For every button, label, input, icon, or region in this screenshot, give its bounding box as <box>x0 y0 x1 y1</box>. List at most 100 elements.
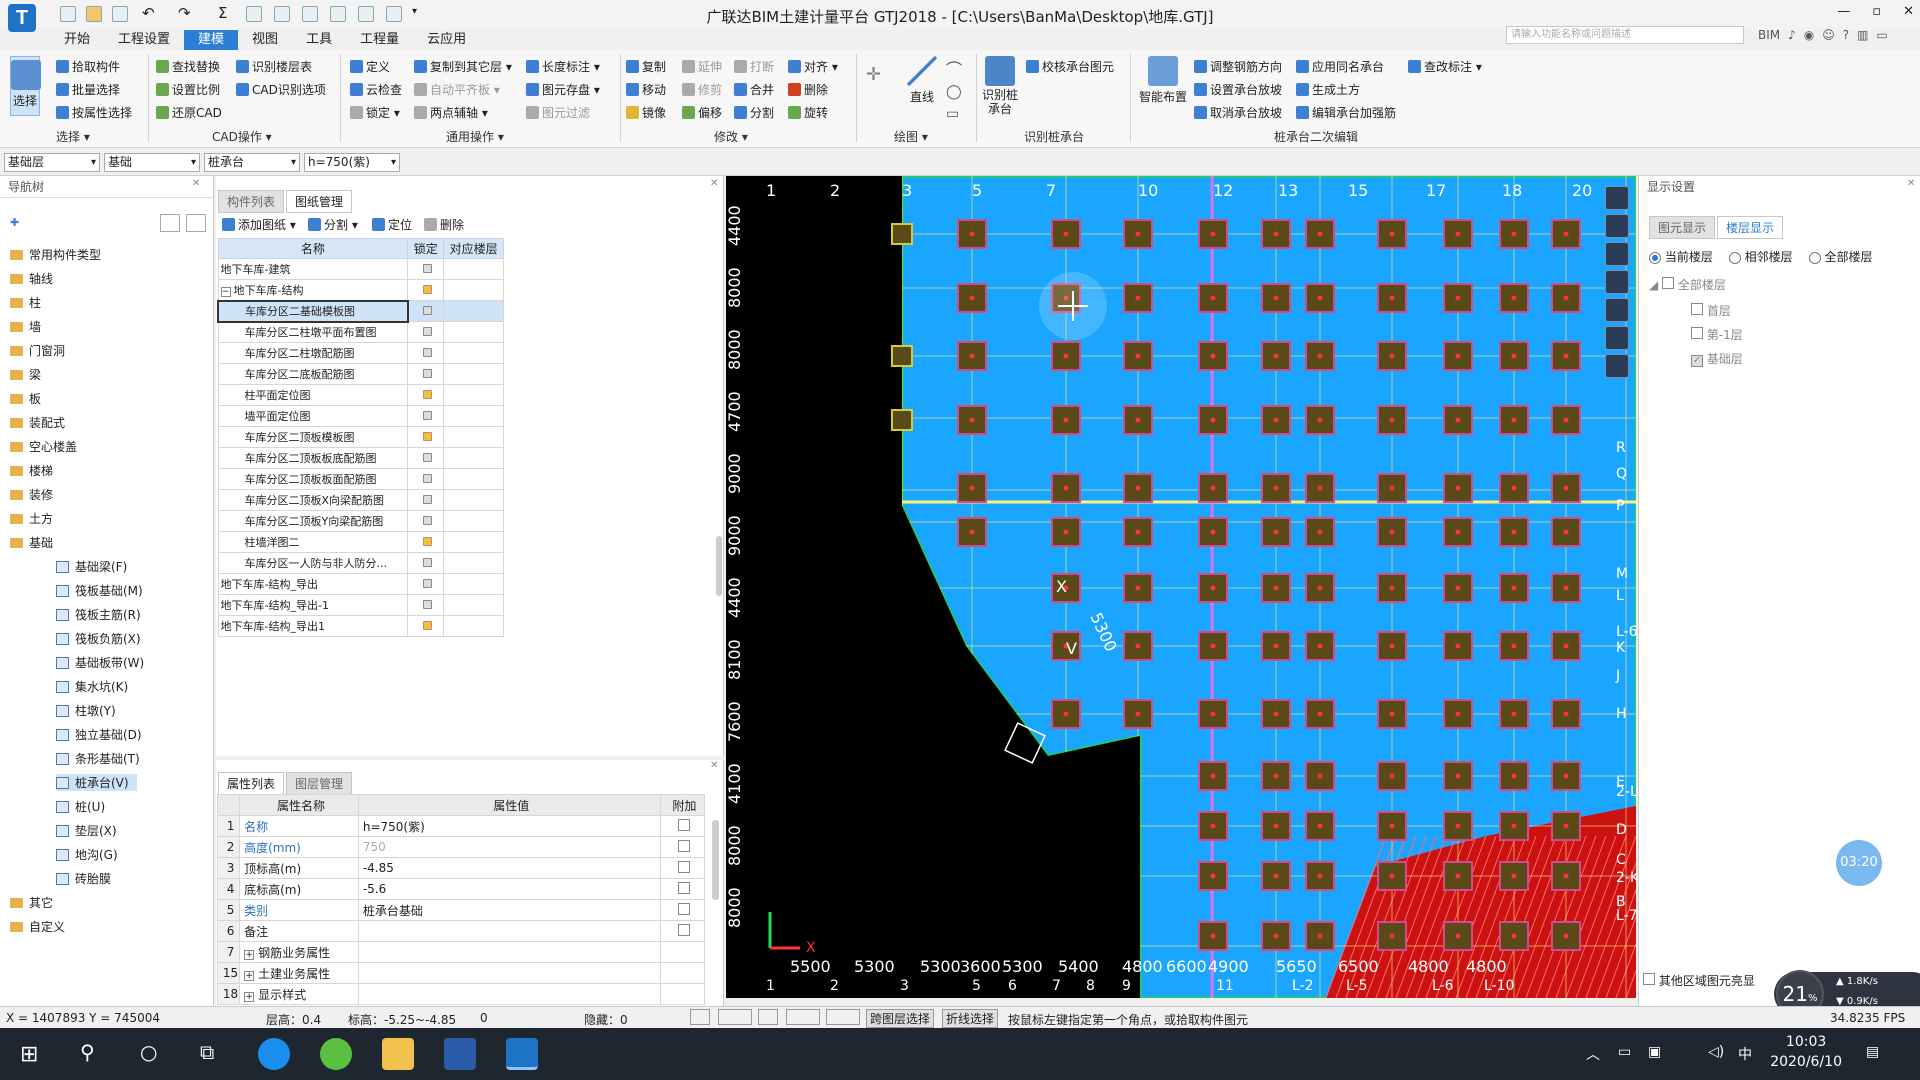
type-select[interactable]: 基础 <box>104 153 200 172</box>
nav-sub-item[interactable]: 集水坑(K) <box>56 678 128 695</box>
mirror-button[interactable]: 镜像 <box>626 104 666 121</box>
define-button[interactable]: 定义 <box>350 58 390 75</box>
gtj-app-icon[interactable] <box>506 1038 538 1070</box>
scrollbar[interactable] <box>712 820 719 900</box>
close-icon[interactable]: ✕ <box>710 760 718 771</box>
lock-icon[interactable] <box>422 326 432 336</box>
move-button[interactable]: 移动 <box>626 81 666 98</box>
table-row[interactable]: 车库分区二基础模板图 <box>217 299 504 323</box>
add-icon[interactable]: ✚ <box>10 216 19 229</box>
checkbox[interactable] <box>1691 303 1703 315</box>
arc-icon[interactable]: ⌒ <box>946 56 962 80</box>
nav-item[interactable]: 自定义 <box>10 918 65 935</box>
checkbox[interactable] <box>1691 327 1703 339</box>
apply-same-name-button[interactable]: 应用同名承台 <box>1296 58 1384 75</box>
property-value[interactable] <box>357 962 661 984</box>
menu-tools[interactable]: 工具 <box>292 30 346 50</box>
view-top-icon[interactable] <box>1605 214 1629 238</box>
angle-toggle[interactable] <box>786 1009 820 1025</box>
group-modify[interactable]: 修改 ▾ <box>714 128 748 145</box>
nav-sub-item[interactable]: 柱墩(Y) <box>56 702 116 719</box>
expand-icon[interactable]: + <box>244 991 255 1002</box>
view-3d-icon[interactable] <box>1605 186 1629 210</box>
nav-item[interactable]: 门窗洞 <box>10 342 65 359</box>
nav-item[interactable]: 楼梯 <box>10 462 53 479</box>
table-row[interactable]: 地下车库-结构_导出 <box>217 573 504 595</box>
lock-icon[interactable] <box>422 515 432 525</box>
tab-drawing-management[interactable]: 图纸管理 <box>286 190 353 213</box>
nav-sub-item[interactable]: 筏板主筋(R) <box>56 606 141 623</box>
split-drawing-button[interactable]: 分割 ▾ <box>308 216 358 233</box>
snap-toggle[interactable] <box>718 1009 752 1025</box>
nav-item[interactable]: 常用构件类型 <box>10 246 101 263</box>
nav-item[interactable]: 基础 <box>10 534 53 551</box>
cloud-check-button[interactable]: 云检查 <box>350 81 402 98</box>
nav-item[interactable]: 土方 <box>10 510 53 527</box>
minimize-button[interactable]: — <box>1837 4 1850 19</box>
set-cap-slope-button[interactable]: 设置承台放坡 <box>1194 81 1282 98</box>
table-row[interactable]: 柱墙洋图二 <box>217 531 504 553</box>
task-view-icon[interactable]: ⧉ <box>200 1040 214 1064</box>
tab-properties[interactable]: 属性列表 <box>218 772 285 795</box>
help-icon[interactable]: ? <box>1843 28 1849 42</box>
menu-cloud[interactable]: 云应用 <box>413 30 480 50</box>
nav-sub-item[interactable]: 地沟(G) <box>56 846 118 863</box>
cross-layer-select-button[interactable]: 跨图层选择 <box>866 1009 935 1028</box>
restore-icon[interactable]: ▭ <box>1877 28 1888 42</box>
smart-layout-button[interactable]: 智能布置 <box>1138 56 1188 105</box>
highlight-other-check[interactable]: 其他区域图元亮显 <box>1643 972 1755 989</box>
menu-modeling[interactable]: 建模 <box>184 30 239 50</box>
maximize-button[interactable]: ▫ <box>1872 4 1881 19</box>
menu-view[interactable]: 视图 <box>238 30 292 50</box>
property-value[interactable]: -4.85 <box>357 857 661 879</box>
view-side-icon[interactable] <box>1605 270 1629 294</box>
user-icon[interactable]: ☺ <box>1822 28 1835 42</box>
scrollbar[interactable] <box>716 536 722 596</box>
locate-button[interactable]: 定位 <box>372 216 412 233</box>
network-icon[interactable]: ▣ <box>1648 1044 1661 1060</box>
chat-icon[interactable]: ◉ <box>1804 28 1814 42</box>
property-row[interactable]: 4 底标高(m) -5.6 <box>216 878 706 900</box>
menu-project-settings[interactable]: 工程设置 <box>104 30 184 50</box>
nav-sub-item[interactable]: 桩(U) <box>56 798 105 815</box>
line-button[interactable]: 直线 <box>904 56 940 105</box>
nav-sub-item[interactable]: 条形基础(T) <box>56 750 140 767</box>
clock[interactable]: 10:03 2020/6/10 <box>1770 1032 1842 1072</box>
property-value[interactable] <box>357 920 661 942</box>
extra-checkbox[interactable] <box>678 818 691 831</box>
set-scale-button[interactable]: 设置比例 <box>156 81 220 98</box>
extra-checkbox[interactable] <box>678 923 691 936</box>
nav-sub-item[interactable]: 基础板带(W) <box>56 654 144 671</box>
batch-select-button[interactable]: 批量选择 <box>56 81 120 98</box>
lock-icon[interactable] <box>422 347 432 357</box>
table-row[interactable]: 柱平面定位图 <box>217 384 504 406</box>
dynamic-input-toggle[interactable] <box>826 1009 860 1025</box>
bell-icon[interactable]: ♪ <box>1788 28 1796 42</box>
nav-sub-item[interactable]: 筏板负筋(X) <box>56 630 141 647</box>
lock-icon[interactable] <box>422 389 432 399</box>
extra-checkbox[interactable] <box>678 839 691 852</box>
menu-start[interactable]: 开始 <box>50 30 104 50</box>
table-row[interactable]: 车库分区二底板配筋图 <box>217 363 504 385</box>
table-icon[interactable] <box>1605 354 1629 378</box>
property-value[interactable]: 桩承台基础 <box>357 899 661 921</box>
group-cad[interactable]: CAD操作 ▾ <box>212 128 272 145</box>
table-row[interactable]: 车库分区二柱墩平面布置图 <box>217 321 504 343</box>
browser-icon[interactable] <box>258 1038 290 1070</box>
restore-cad-button[interactable]: 还原CAD <box>156 104 222 121</box>
lock-icon[interactable] <box>423 305 433 315</box>
element-filter-button[interactable]: 图元过滤 <box>526 104 590 121</box>
expand-icon[interactable]: + <box>244 970 255 981</box>
close-icon[interactable]: ✕ <box>192 178 200 189</box>
nav-item[interactable]: 装配式 <box>10 414 65 431</box>
delete-drawing-button[interactable]: 删除 <box>424 216 464 233</box>
group-select[interactable]: 选择 ▾ <box>56 128 90 145</box>
nav-item[interactable]: 空心楼盖 <box>10 438 77 455</box>
merge-button[interactable]: 合并 <box>734 81 774 98</box>
lock-icon[interactable] <box>422 620 432 630</box>
cad-drawing[interactable]: 1 2 3 5 7 10 12 13 15 17 18 201 2 3 5 6 7 8 9 11 L-2 L-5 L-6 L-… <box>726 176 1636 998</box>
lock-icon[interactable] <box>422 473 432 483</box>
close-button[interactable]: ✕ <box>1903 4 1914 19</box>
property-row[interactable]: 3 顶标高(m) -4.85 <box>216 857 706 879</box>
cancel-cap-slope-button[interactable]: 取消承台放坡 <box>1194 104 1282 121</box>
